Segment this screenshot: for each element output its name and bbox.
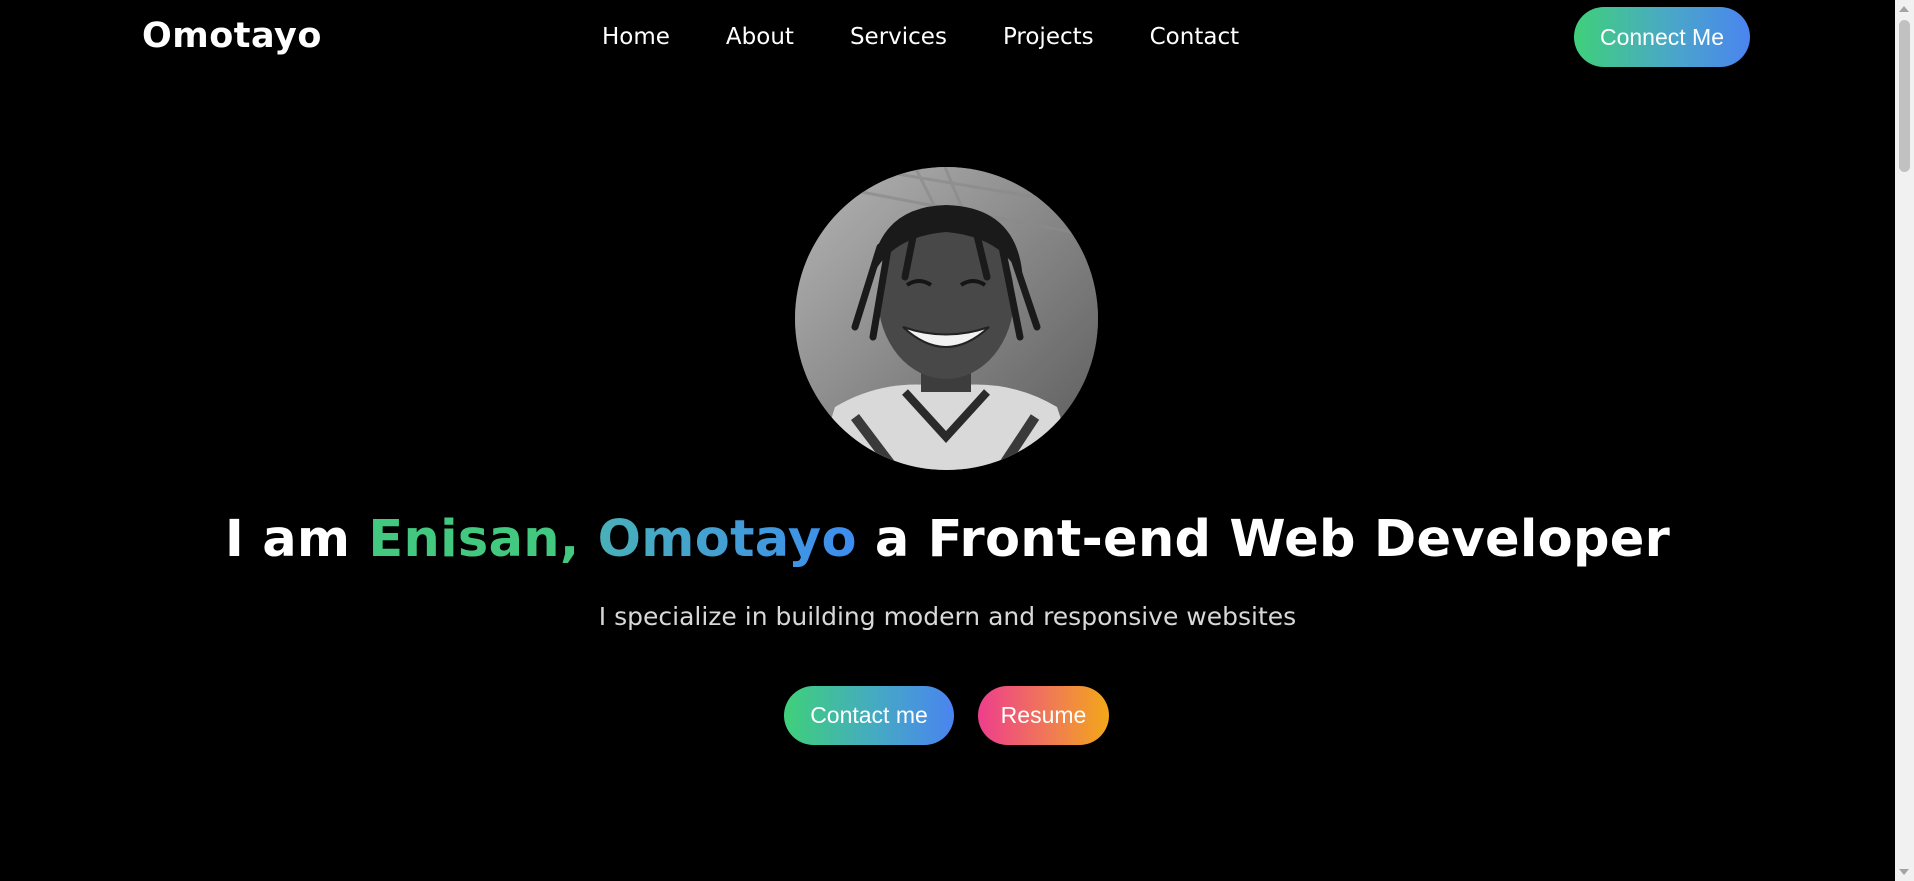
contact-me-button[interactable]: Contact me [784, 686, 954, 745]
profile-photo-illustration [795, 167, 1098, 470]
nav-link-projects[interactable]: Projects [1003, 24, 1094, 50]
scroll-down-arrow-icon[interactable] [1899, 869, 1909, 875]
headline-last-name: Omotayo [597, 510, 857, 569]
vertical-scrollbar[interactable] [1895, 0, 1914, 881]
scroll-up-arrow-icon[interactable] [1899, 6, 1909, 12]
nav-link-about[interactable]: About [726, 24, 794, 50]
nav-links: Home About Services Projects Contact [602, 24, 1239, 50]
nav-link-home[interactable]: Home [602, 24, 670, 50]
scroll-thumb[interactable] [1899, 20, 1910, 172]
brand-logo[interactable]: Omotayo [142, 16, 322, 56]
headline-prefix: I am [224, 510, 369, 569]
nav-link-services[interactable]: Services [850, 24, 947, 50]
portfolio-page: Omotayo Home About Services Projects Con… [0, 0, 1914, 881]
hero-subtitle: I specialize in building modern and resp… [598, 602, 1297, 631]
profile-photo [795, 167, 1098, 470]
hero-headline: I am Enisan, Omotayo a Front-end Web Dev… [0, 510, 1895, 569]
resume-button[interactable]: Resume [978, 686, 1109, 745]
headline-first-name: Enisan, [368, 510, 580, 569]
navbar: Omotayo Home About Services Projects Con… [0, 0, 1895, 78]
connect-me-button[interactable]: Connect Me [1574, 7, 1750, 67]
headline-suffix: a Front-end Web Developer [856, 510, 1671, 569]
hero-actions: Contact me Resume [784, 686, 1109, 745]
nav-link-contact[interactable]: Contact [1150, 24, 1239, 50]
